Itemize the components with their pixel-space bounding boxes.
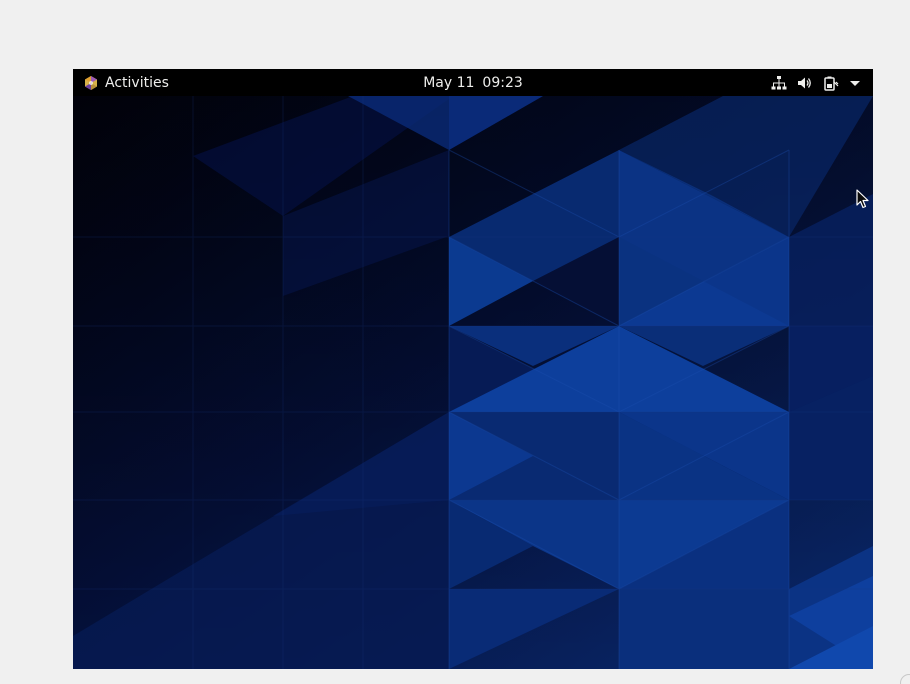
activities-logo-icon — [85, 75, 97, 90]
activities-label: Activities — [105, 74, 169, 91]
clock-time: 09:23 — [482, 74, 523, 91]
activities-button[interactable]: Activities — [83, 69, 169, 96]
system-status-menu[interactable] — [771, 69, 861, 96]
top-panel: Activities May 11 09:23 — [73, 69, 873, 96]
mouse-pointer-icon — [856, 189, 869, 209]
volume-icon — [798, 77, 811, 88]
vm-screen[interactable]: Activities May 11 09:23 — [73, 69, 873, 669]
clock-date: May 11 — [423, 74, 475, 91]
clock-button[interactable]: May 11 09:23 — [423, 75, 523, 91]
network-wired-icon — [771, 75, 787, 89]
desktop-wallpaper — [73, 96, 873, 669]
battery-icon — [824, 76, 839, 91]
host-window: Activities May 11 09:23 — [0, 0, 910, 684]
window-resize-corner — [900, 674, 910, 684]
chevron-down-icon — [850, 80, 860, 86]
